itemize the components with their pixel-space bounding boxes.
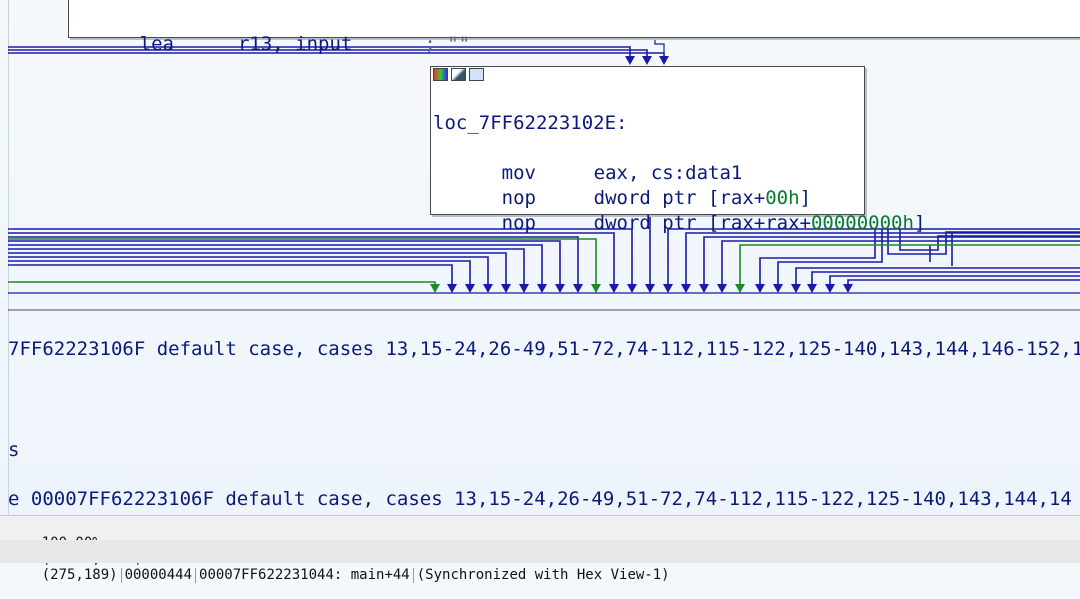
- code-block-loc[interactable]: loc_7FF62223102E: mov eax, cs:data1 nop dw…: [430, 66, 925, 234]
- graph-view-canvas[interactable]: lea r13, input ; "" loc_7FF62223102E: mov e…: [0, 0, 1080, 515]
- immediate-value: 00000000h: [810, 212, 914, 234]
- status-separator: [195, 567, 197, 583]
- operands: r13, input: [237, 33, 353, 55]
- switch-comment-line[interactable]: s: [8, 439, 19, 461]
- status-separator: [412, 567, 414, 583]
- asm-line[interactable]: nop dword ptr [rax+rax+00000000h]: [433, 186, 926, 261]
- file-offset: 00000444: [124, 567, 193, 583]
- mnemonic: nop: [501, 212, 536, 234]
- node-header-icons: [433, 68, 484, 81]
- status-bar: 100.00% (28767,1556) (275,189)0000044400…: [0, 515, 1080, 583]
- loc-label[interactable]: loc_7FF62223102E:: [433, 111, 627, 136]
- rename-icon[interactable]: [451, 68, 466, 81]
- current-address: 00007FF622231044: main+44: [199, 567, 410, 583]
- code-block-top[interactable]: lea r13, input ; "": [68, 0, 1080, 55]
- color-icon[interactable]: [433, 68, 448, 81]
- asm-line-lea[interactable]: lea r13, input ; "": [71, 7, 470, 82]
- mnemonic: lea: [139, 33, 174, 55]
- operands: dword ptr [rax+rax+: [593, 212, 811, 234]
- window-bottom-strip: [0, 540, 1080, 563]
- status-separator: [120, 567, 122, 583]
- switch-comment-line[interactable]: 7FF62223106F default case, cases 13,15-2…: [8, 338, 1080, 360]
- sync-status: (Synchronized with Hex View-1): [416, 567, 670, 583]
- operands-close: ]: [913, 212, 926, 234]
- cursor-coords: (275,189): [41, 567, 118, 583]
- collapse-group-icon[interactable]: [469, 68, 484, 81]
- comment: ; "": [424, 33, 471, 55]
- switch-comment-line[interactable]: e 00007FF62223106F default case, cases 1…: [8, 488, 1072, 510]
